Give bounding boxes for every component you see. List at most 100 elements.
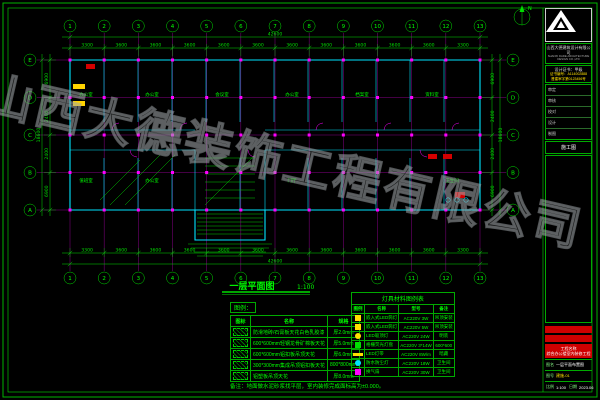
stairs [100, 155, 272, 256]
drawing-no-value: 建施-01 [556, 373, 570, 379]
legend-name: 600*600mm轻钢龙骨矿棉板天花 [251, 338, 328, 349]
room-label: 办公室 [285, 91, 299, 98]
dim-left: 2400 [44, 110, 50, 122]
column-marker [205, 209, 208, 212]
legend-name: 600*600mm铝扣板吊顶天花 [251, 349, 328, 360]
legend-row: 防滑地砖/石膏板天花白色乳胶漆厚2.0mm [231, 327, 360, 338]
column-marker [69, 59, 72, 62]
column-marker [308, 171, 311, 174]
column-marker [205, 134, 208, 137]
axis-top-label: 4 [171, 24, 175, 30]
signature-row: 校对 [546, 107, 591, 118]
plan-accents [73, 64, 468, 202]
lamp-name: 防水防尘灯 [365, 359, 399, 368]
room-label: 卫生间 [445, 177, 459, 184]
dim-bottom: 3600 [286, 248, 298, 254]
axis-top-label: 9 [342, 24, 346, 30]
dim-bottom-total: 42600 [268, 259, 283, 265]
lamp-name: 嵌入式LED筒灯 [365, 323, 399, 332]
column-marker [69, 96, 72, 99]
drawing-no-row: 图号 建施-01 [545, 370, 592, 381]
dim-top: 3600 [389, 42, 401, 48]
door-swing [452, 123, 459, 130]
axis-right-label: D [511, 95, 515, 101]
lamp-legend: 灯具材料图例表 图例名称型号备注 嵌入式LED筒灯AC220V 3W吊顶安装嵌入… [351, 292, 455, 377]
axis-top-label: 5 [205, 24, 209, 30]
axis-left-label: A [28, 208, 32, 214]
lamp-grid: 图例名称型号备注 嵌入式LED筒灯AC220V 3W吊顶安装嵌入式LED筒灯AC… [351, 304, 455, 377]
title-block: 山西大德建筑设计有限公司 SHANXI DADE ARCHITECTURE DE… [544, 8, 593, 392]
scale-date-row: 比例 1:100 日期 2023.06 [545, 381, 592, 392]
dim-left: 6900 [44, 185, 50, 197]
drawing-name-label: 图名 [546, 362, 554, 368]
dim-top: 3600 [150, 42, 162, 48]
red-highlight-bar [545, 335, 592, 342]
lamp-model: AC220V 30W [399, 368, 434, 377]
material-swatch [233, 372, 248, 380]
room-label: 办公室 [145, 177, 159, 184]
material-legend: 图例： 图标名称规格 防滑地砖/石膏板天花白色乳胶漆厚2.0mm600*600m… [230, 297, 360, 382]
room-label: 办公室 [79, 91, 93, 98]
axis-left-label: D [28, 95, 32, 101]
lamp-row: 防水防尘灯AC220V 18W卫生间 [352, 359, 455, 368]
door-swing [316, 123, 323, 130]
dim-bottom: 3600 [218, 248, 230, 254]
lamp-note: 暗藏 [433, 350, 454, 359]
column-marker [171, 134, 174, 137]
axis-top-label: 8 [307, 24, 311, 30]
logo-icon [544, 8, 578, 34]
column-marker [239, 209, 242, 212]
column-marker [137, 171, 140, 174]
lamp-icon [355, 333, 361, 339]
plan-scale: 1:100 [297, 284, 314, 291]
column-marker [376, 209, 379, 212]
drawing-name-row: 图名 一层平面布置图 [545, 359, 592, 370]
axis-bottom-label: 12 [442, 276, 449, 282]
legend-header: 名称 [251, 316, 328, 327]
column-marker [410, 96, 413, 99]
column-marker [342, 96, 345, 99]
red-highlight-bar [545, 326, 592, 333]
column-marker [308, 209, 311, 212]
column-marker [239, 96, 242, 99]
dim-bottom: 3600 [389, 248, 401, 254]
column-marker [410, 134, 413, 137]
drawing-name-value: 一层平面布置图 [556, 362, 584, 368]
column-marker [410, 59, 413, 62]
room-label: 值班室 [79, 177, 93, 184]
lamp-icon [355, 342, 361, 348]
lamp-row: 嵌入式LED筒灯AC220V 5W吊顶安装 [352, 323, 455, 332]
column-marker [410, 209, 413, 212]
signature-row: 审核 [546, 96, 591, 107]
axis-top-label: 11 [408, 24, 415, 30]
project-name: 综合办公楼室内装修工程 [546, 351, 591, 356]
axis-bottom-label: 5 [205, 276, 209, 282]
column-marker [239, 134, 242, 137]
column-marker [171, 209, 174, 212]
legend-header: 图标 [231, 316, 251, 327]
lamp-note: 卫生间 [433, 368, 454, 377]
column-marker [274, 209, 277, 212]
plan-title: 一层平面图 [229, 281, 274, 292]
signature-row: 审定 [546, 85, 591, 96]
dim-top: 3600 [423, 42, 435, 48]
column-marker [103, 59, 106, 62]
stage-label: 施工图 [545, 141, 592, 154]
column-marker [103, 209, 106, 212]
legend-grid: 图标名称规格 防滑地砖/石膏板天花白色乳胶漆厚2.0mm600*600mm轻钢龙… [230, 315, 360, 382]
column-marker [69, 171, 72, 174]
column-marker [103, 171, 106, 174]
lamp-icon [355, 324, 361, 330]
north-label: N [528, 6, 532, 12]
dim-bottom: 3600 [115, 248, 127, 254]
axis-top-label: 1 [68, 24, 72, 30]
dimension-lines: 3300360036003600360036003600360036003600… [36, 31, 504, 266]
lamp-row: LED吸顶灯AC220V 24W明装 [352, 332, 455, 341]
lamp-name: 格栅荧光灯盘 [365, 341, 399, 350]
date-value: 2023.06 [579, 385, 593, 390]
axis-bottom-label: 2 [102, 276, 106, 282]
door-swing [112, 123, 119, 130]
axis-right-label: B [511, 170, 515, 176]
dim-right: 2400 [490, 148, 496, 160]
lamp-header: 备注 [433, 305, 454, 314]
